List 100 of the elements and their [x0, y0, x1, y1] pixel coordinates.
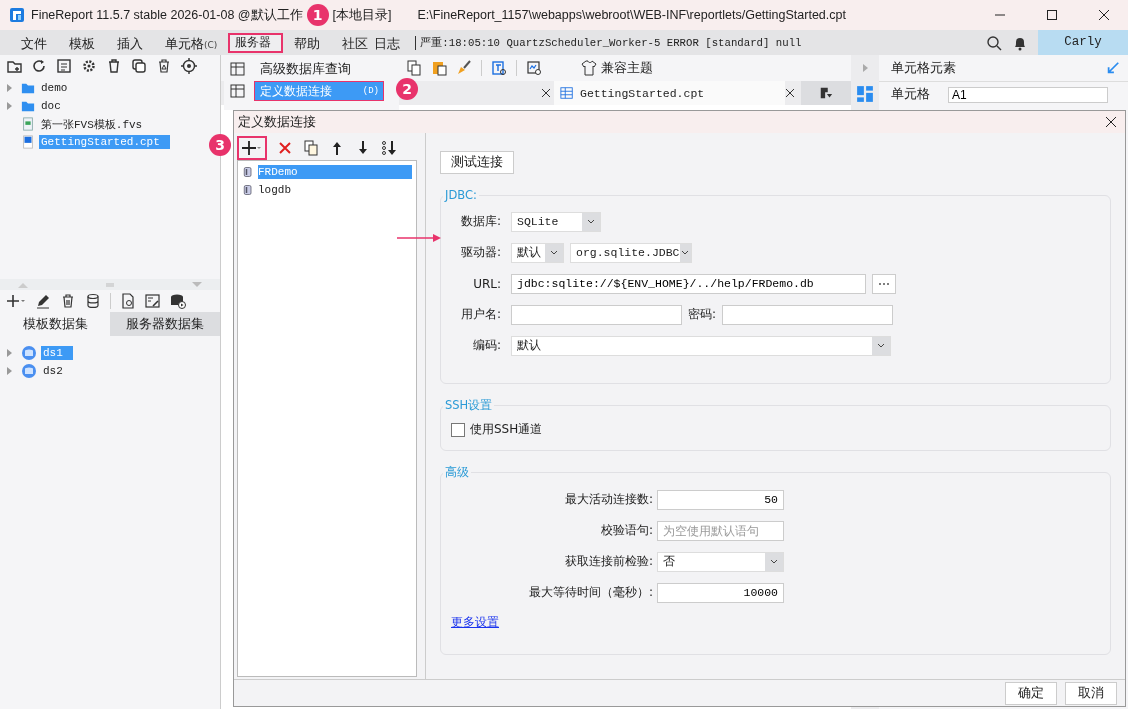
trash-icon[interactable]	[60, 293, 76, 309]
folder-icon	[21, 81, 35, 95]
cancel-button[interactable]: 取消	[1065, 681, 1117, 705]
input-field[interactable]: 为空使用默认语句	[657, 520, 784, 541]
field-label: URL:	[472, 276, 502, 291]
search-icon[interactable]	[986, 34, 1002, 51]
group-title: JDBC:	[443, 188, 478, 202]
document-icon[interactable]	[56, 58, 72, 74]
menu-item[interactable]: 服务器	[228, 32, 284, 53]
database-dropdown[interactable]: SQLite	[511, 211, 601, 232]
tree-item[interactable]: demo	[39, 81, 70, 95]
menu-item[interactable]: 高级数据库查询	[254, 57, 357, 81]
grid-layout-icon[interactable]	[856, 85, 874, 103]
close-icon[interactable]	[1105, 116, 1117, 128]
url-field[interactable]: jdbc:sqlite://${ENV_HOME}/../help/FRDemo.db	[511, 273, 866, 294]
dialog-title: 定义数据连接	[238, 113, 316, 131]
delete-icon[interactable]	[277, 140, 293, 156]
expand-arrow-icon[interactable]	[7, 349, 12, 357]
expand-arrow-icon[interactable]	[7, 84, 12, 92]
menu-item[interactable]: 插入	[106, 30, 154, 55]
group-title: 高级	[444, 465, 470, 480]
menu-item[interactable]: 社区	[331, 30, 372, 55]
drag-handle-icon[interactable]	[105, 281, 115, 288]
database-icon	[21, 345, 37, 361]
tree-item[interactable]: ds2	[41, 364, 65, 378]
close-icon[interactable]	[541, 88, 551, 98]
file-icon	[21, 135, 35, 149]
log-message: 严重:18:05:10 QuartzScheduler_Worker-5 ERROR [standard] null	[420, 35, 802, 50]
add-icon[interactable]	[6, 293, 26, 309]
gear-icon[interactable]	[81, 58, 97, 74]
maximize-icon[interactable]	[1046, 9, 1058, 21]
copy-icon[interactable]	[303, 140, 319, 156]
checkbox-label: 使用SSH通道	[470, 421, 543, 438]
trash-icon[interactable]	[106, 58, 122, 74]
menu-item[interactable]: 文件	[10, 30, 58, 55]
editor-tab[interactable]: GettingStarted.cpt	[554, 81, 785, 105]
pencil-icon[interactable]	[35, 293, 51, 309]
theme-button[interactable]: 兼容主题	[581, 59, 653, 77]
panel-title: 单元格元素	[891, 59, 956, 77]
target-icon[interactable]	[181, 58, 197, 74]
field-label: 获取连接前检验:	[563, 553, 654, 570]
connection-item[interactable]: logdb	[258, 183, 291, 197]
document-search-icon[interactable]	[120, 293, 136, 309]
browse-button[interactable]	[872, 273, 896, 294]
encoding-dropdown[interactable]: 默认	[511, 335, 891, 356]
driver-dropdown[interactable]: org.sqlite.JDBC	[570, 242, 692, 263]
file-path: E:\FineReport_1157\webapps\webroot\WEB-INF\reportlets/GettingStarted.cpt	[417, 8, 846, 22]
dropdown[interactable]: 否	[657, 551, 784, 572]
database-icon	[242, 184, 254, 196]
cell-field[interactable]: A1	[948, 86, 1108, 103]
plus-icon	[242, 140, 262, 156]
menu-item[interactable]: 模板	[58, 30, 106, 55]
paste-icon[interactable]	[431, 60, 447, 76]
copy-icon[interactable]	[406, 60, 422, 76]
field-label: 校验语句:	[599, 522, 654, 539]
database-icon[interactable]	[85, 293, 101, 309]
field-label: 驱动器:	[459, 244, 502, 261]
add-folder-icon[interactable]	[6, 58, 22, 74]
ok-button[interactable]: 确定	[1005, 681, 1057, 705]
refresh-icon[interactable]	[31, 58, 47, 74]
field-label: 数据库:	[459, 213, 502, 230]
chart-search-icon[interactable]	[526, 60, 542, 76]
tree-item[interactable]: doc	[39, 99, 63, 113]
app-logo-icon	[9, 7, 25, 23]
copy-icon[interactable]	[131, 58, 147, 74]
database-play-icon[interactable]	[170, 293, 186, 309]
recycle-bin-icon[interactable]	[156, 58, 172, 74]
file-icon	[21, 117, 35, 131]
field-label: 最大活动连接数:	[563, 491, 654, 508]
more-settings-link[interactable]: 更多设置	[451, 614, 499, 631]
text-search-icon[interactable]	[491, 60, 507, 76]
driver-mode-dropdown[interactable]: 默认	[511, 242, 564, 263]
close-icon[interactable]	[785, 88, 795, 98]
database-icon	[21, 363, 37, 379]
tab[interactable]: 服务器数据集	[110, 312, 220, 336]
close-icon[interactable]	[1098, 9, 1110, 21]
input-field[interactable]: 10000	[657, 582, 784, 603]
brush-icon[interactable]	[456, 60, 472, 76]
expand-arrow-icon[interactable]	[7, 367, 12, 375]
tree-item[interactable]: 第一张FVS模板.fvs	[39, 115, 145, 133]
test-connection-button[interactable]: 测试连接	[440, 151, 514, 174]
window-title: FineReport 11.5.7 stable 2026-01-08 @默认工作	[31, 6, 303, 24]
field-label: 单元格	[891, 86, 930, 103]
arrow-icon[interactable]	[1106, 61, 1120, 75]
checkbox[interactable]	[451, 422, 465, 437]
sort-icon[interactable]	[381, 140, 397, 156]
add-button[interactable]	[237, 136, 267, 160]
step-badge: 2	[396, 78, 418, 100]
database-icon	[242, 166, 254, 178]
input-field[interactable]: 50	[657, 489, 784, 510]
menu-item[interactable]: 日志	[371, 30, 412, 55]
user-name[interactable]: Carly	[1038, 30, 1128, 55]
username-field[interactable]	[511, 304, 682, 325]
menu-item[interactable]: 单元格(C)	[154, 30, 229, 55]
tab-menu-icon[interactable]	[819, 86, 833, 100]
menu-item[interactable]: 帮助	[283, 30, 332, 55]
expand-arrow-icon[interactable]	[7, 102, 12, 110]
pointer-arrow	[397, 234, 441, 242]
password-field[interactable]	[722, 304, 894, 325]
window-title: [本地目录]	[332, 6, 392, 24]
